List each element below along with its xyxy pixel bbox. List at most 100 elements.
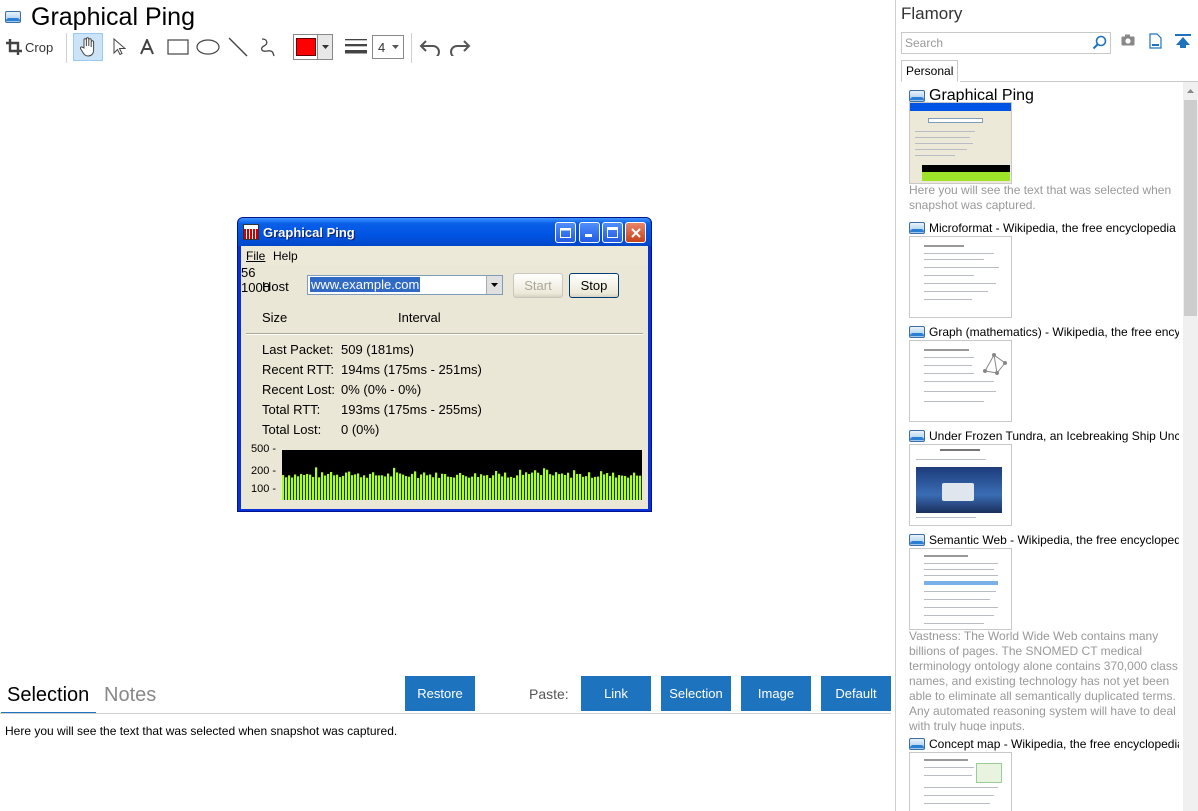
paste-link-button[interactable]: Link [581, 676, 651, 711]
paste-label: Paste: [529, 686, 569, 702]
snapshot-thumbnail[interactable] [909, 102, 1012, 184]
graph-axis-label: 100 - [251, 483, 277, 495]
thumb-line [915, 149, 967, 150]
xp-titlebar: Graphical Ping [238, 218, 651, 246]
camera-icon[interactable] [1121, 34, 1135, 46]
ping-bar [594, 476, 597, 500]
ping-bar [378, 475, 381, 500]
ping-bar [405, 476, 408, 500]
app-icon [909, 326, 925, 338]
ping-bar [480, 474, 483, 500]
thumb-line [915, 137, 970, 138]
thumb-titlebar [910, 103, 1011, 111]
document-icon[interactable] [1149, 33, 1162, 49]
pan-tool-button[interactable] [73, 33, 103, 61]
rectangle-tool-button[interactable] [165, 34, 191, 60]
collapse-top-icon[interactable] [1175, 34, 1191, 48]
snapshot-thumbnail[interactable] [909, 340, 1012, 422]
scrollbar-thumb[interactable] [1184, 100, 1197, 316]
ping-bar [570, 477, 573, 500]
snapshot-title[interactable]: Graph (mathematics) - Wikipedia, the fre… [909, 325, 1179, 339]
xp-menubar: File Help [241, 246, 648, 265]
color-dropdown-arrow[interactable] [317, 35, 332, 59]
thumb-line [924, 615, 994, 616]
snapshot-thumbnail[interactable] [909, 236, 1012, 318]
stat-label: Total Lost: [262, 422, 322, 437]
freehand-tool-button[interactable] [256, 34, 280, 60]
paste-selection-button[interactable]: Selection [661, 676, 731, 711]
interval-label: Interval [398, 310, 441, 325]
stroke-width-select[interactable]: 4 [372, 35, 404, 59]
tab-personal[interactable]: Personal [901, 60, 959, 82]
ellipse-tool-button[interactable] [195, 34, 221, 60]
ping-bar [627, 477, 630, 500]
paste-default-button[interactable]: Default [821, 676, 891, 711]
ping-bar [327, 473, 330, 500]
search-input[interactable] [902, 33, 1087, 53]
line-icon [228, 37, 248, 57]
ping-bar [444, 474, 447, 500]
ping-bar [315, 467, 318, 500]
sidebar-scrollbar[interactable] [1183, 82, 1198, 811]
thumb-graph [922, 165, 1010, 181]
thumb-line [915, 143, 973, 144]
snapshot-thumbnail[interactable] [909, 752, 1012, 811]
thumb-photo [916, 467, 1002, 513]
app-icon [909, 222, 925, 234]
scroll-up-button[interactable] [1183, 82, 1198, 99]
ping-bar [453, 477, 456, 500]
ping-bar [534, 470, 537, 500]
search-icon[interactable] [1092, 35, 1107, 50]
hand-icon [79, 37, 95, 57]
host-combo: www.example.com [307, 275, 503, 295]
thumb-line [916, 517, 976, 518]
snapshot-title[interactable]: Under Frozen Tundra, an Icebreaking Ship… [909, 429, 1179, 443]
thumb-line [924, 591, 996, 592]
thumb-line [924, 275, 974, 276]
ping-bar [576, 474, 579, 500]
paste-image-button[interactable]: Image [741, 676, 811, 711]
snapshot-title[interactable]: Concept map - Wikipedia, the free encycl… [909, 737, 1179, 751]
undo-button[interactable] [417, 34, 443, 60]
xp-divider [246, 333, 643, 335]
thumb-line [924, 357, 974, 358]
maximize-icon [607, 227, 618, 238]
thumb-line [924, 767, 974, 768]
restore-button[interactable]: Restore [405, 676, 475, 711]
tab-notes[interactable]: Notes [104, 684, 156, 707]
thumb-line [924, 555, 968, 557]
color-picker[interactable] [293, 34, 333, 60]
text-tool-button[interactable] [136, 34, 158, 60]
ping-bar [624, 476, 627, 500]
ping-bar [417, 477, 420, 500]
stat-value: 509 (181ms) [341, 342, 414, 357]
thumb-line [924, 759, 968, 761]
thumb-line [924, 775, 972, 776]
host-dropdown [486, 276, 502, 294]
graph-figure-icon [983, 353, 1007, 375]
tab-selection[interactable]: Selection [7, 684, 89, 707]
line-tool-button[interactable] [226, 34, 250, 60]
crop-icon [6, 39, 22, 55]
ping-bar [372, 472, 375, 500]
arrow-pointer-icon [113, 38, 126, 56]
redo-button[interactable] [447, 34, 473, 60]
ping-bar [486, 475, 489, 500]
snapshot-title[interactable]: Microformat - Wikipedia, the free encycl… [909, 221, 1179, 235]
snapshot-thumbnail[interactable] [909, 548, 1012, 630]
snapshot-title[interactable]: Semantic Web - Wikipedia, the free encyc… [909, 533, 1179, 547]
select-tool-button[interactable] [108, 34, 130, 60]
ping-bar [399, 473, 402, 500]
selection-text[interactable]: Here you will see the text that was sele… [5, 724, 397, 738]
graph-axis-label: 200 - [251, 465, 277, 477]
thumb-line [924, 253, 994, 254]
crop-button[interactable]: Crop [6, 34, 58, 60]
host-label: Host [262, 279, 289, 294]
thumb-line [924, 569, 994, 570]
snapshot-thumbnail[interactable] [909, 444, 1012, 526]
line-weight-icon-button[interactable] [343, 34, 369, 60]
xp-close-button [625, 222, 646, 243]
ping-bar [342, 475, 345, 500]
undo-icon [419, 40, 440, 56]
ping-bar [531, 472, 534, 500]
